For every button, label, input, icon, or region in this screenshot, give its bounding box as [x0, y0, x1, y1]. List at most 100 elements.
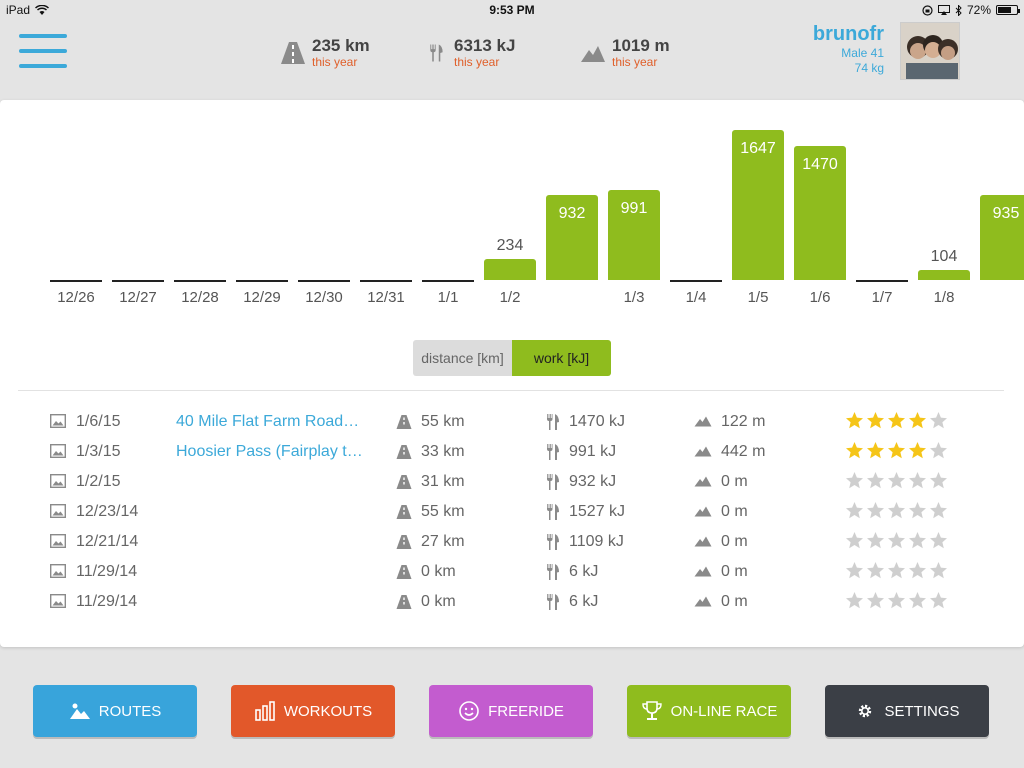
bar[interactable]	[918, 270, 970, 280]
star-icon[interactable]	[929, 561, 948, 580]
star-icon[interactable]	[929, 411, 948, 430]
mountain-icon	[694, 446, 712, 457]
star-icon[interactable]	[866, 471, 885, 490]
stat-work: 6313 kJ this year	[428, 36, 515, 68]
user-info[interactable]: brunofr Male 41 74 kg	[813, 22, 884, 76]
bar-group[interactable]: 1/4	[670, 100, 722, 320]
routes-button[interactable]: ROUTES	[33, 685, 197, 737]
bar-chart-icon	[255, 701, 275, 721]
star-icon[interactable]	[929, 591, 948, 610]
bar-group[interactable]: 991 1/3	[608, 100, 660, 320]
online-race-button[interactable]: ON-LINE RACE	[627, 685, 791, 737]
activity-distance: 31 km	[421, 473, 465, 490]
bar-group[interactable]: 12/27	[112, 100, 164, 320]
star-icon[interactable]	[845, 591, 864, 610]
star-icon[interactable]	[908, 411, 927, 430]
star-icon[interactable]	[908, 531, 927, 550]
bar-group[interactable]: 935	[980, 100, 1024, 320]
star-icon[interactable]	[929, 531, 948, 550]
activity-distance: 55 km	[421, 503, 465, 520]
bar-group[interactable]: 12/31	[360, 100, 412, 320]
activity-card: 12/26 12/27 12/28 12/29 12/30 12/31 1/1 234 1/2 9…	[0, 100, 1024, 647]
bar-group[interactable]: 12/26	[50, 100, 102, 320]
activity-name[interactable]: Hoosier Pass (Fairplay t…	[176, 443, 376, 461]
road-icon	[396, 595, 412, 609]
activity-date: 12/23/14	[76, 503, 139, 520]
avatar[interactable]	[900, 22, 960, 80]
freeride-button[interactable]: FREERIDE	[429, 685, 593, 737]
star-icon[interactable]	[887, 531, 906, 550]
star-icon[interactable]	[908, 591, 927, 610]
fork-knife-icon	[547, 474, 559, 490]
activity-row[interactable]: 12/21/14 27 km 1109 kJ 0 m	[0, 527, 1024, 557]
star-icon[interactable]	[887, 411, 906, 430]
star-icon[interactable]	[887, 501, 906, 520]
bar-group[interactable]: 104 1/8	[918, 100, 970, 320]
activity-date: 1/6/15	[76, 413, 121, 430]
bar-group[interactable]: 234 1/2	[484, 100, 536, 320]
star-icon[interactable]	[845, 561, 864, 580]
bar-group[interactable]: 1/1	[422, 100, 474, 320]
bar-value-label: 935	[992, 204, 1020, 222]
activity-row[interactable]: 1/6/15 40 Mile Flat Farm Road… 55 km 1470 k…	[0, 407, 1024, 437]
photo-icon	[50, 534, 66, 548]
user-name[interactable]: brunofr	[813, 22, 884, 46]
star-icon[interactable]	[929, 501, 948, 520]
bar-value-label: 104	[930, 248, 958, 265]
star-icon[interactable]	[908, 501, 927, 520]
star-icon[interactable]	[866, 411, 885, 430]
bar-value-label: 1647	[740, 140, 776, 157]
star-icon[interactable]	[887, 441, 906, 460]
star-icon[interactable]	[845, 501, 864, 520]
star-icon[interactable]	[845, 531, 864, 550]
settings-button[interactable]: SETTINGS	[825, 685, 989, 737]
star-icon[interactable]	[929, 471, 948, 490]
activity-row[interactable]: 12/23/14 55 km 1527 kJ 0 m	[0, 497, 1024, 527]
star-icon[interactable]	[929, 441, 948, 460]
bar-group[interactable]: 932	[546, 100, 598, 320]
bar-group[interactable]: 12/30	[298, 100, 350, 320]
activity-distance: 27 km	[421, 533, 465, 550]
star-icon[interactable]	[887, 591, 906, 610]
star-icon[interactable]	[908, 561, 927, 580]
photo-icon	[50, 444, 66, 458]
bar-group[interactable]: 12/29	[236, 100, 288, 320]
star-icon[interactable]	[866, 531, 885, 550]
menu-button[interactable]	[19, 34, 67, 72]
activity-row[interactable]: 1/3/15 Hoosier Pass (Fairplay t… 33 km 991 …	[0, 437, 1024, 467]
toggle-distance[interactable]: distance [km]	[413, 340, 512, 376]
workouts-button[interactable]: WORKOUTS	[231, 685, 395, 737]
star-icon[interactable]	[845, 441, 864, 460]
bar-date-label: 1/2	[499, 289, 521, 306]
star-icon[interactable]	[845, 471, 864, 490]
bar[interactable]	[484, 258, 536, 280]
star-icon[interactable]	[866, 561, 885, 580]
star-icon[interactable]	[887, 561, 906, 580]
activity-row[interactable]: 11/29/14 0 km 6 kJ 0 m	[0, 587, 1024, 617]
star-icon[interactable]	[908, 471, 927, 490]
fork-knife-icon	[547, 444, 559, 460]
star-icon[interactable]	[866, 501, 885, 520]
bar-group[interactable]: 1470 1/6	[794, 100, 846, 320]
star-icon[interactable]	[845, 411, 864, 430]
activity-name[interactable]: 40 Mile Flat Farm Road…	[176, 413, 376, 431]
star-icon[interactable]	[908, 441, 927, 460]
rating-stars	[845, 501, 948, 520]
work-bar-chart: 12/26 12/27 12/28 12/29 12/30 12/31 1/1 234 1/2 9…	[0, 100, 1024, 320]
stat-elevation: 1019 m this year	[580, 36, 670, 68]
activity-row[interactable]: 1/2/15 31 km 932 kJ 0 m	[0, 467, 1024, 497]
photo-icon	[50, 474, 66, 488]
bar-group[interactable]: 12/28	[174, 100, 226, 320]
activity-distance: 0 km	[421, 563, 456, 580]
star-icon[interactable]	[887, 471, 906, 490]
menu-line	[19, 64, 67, 68]
activity-row[interactable]: 11/29/14 0 km 6 kJ 0 m	[0, 557, 1024, 587]
star-icon[interactable]	[866, 591, 885, 610]
bar-group[interactable]: 1647 1/5	[732, 100, 784, 320]
photo-icon	[50, 564, 66, 578]
star-icon[interactable]	[866, 441, 885, 460]
toggle-work[interactable]: work [kJ]	[512, 340, 611, 376]
metric-toggle: distance [km] work [kJ]	[413, 340, 611, 376]
battery-icon	[996, 5, 1020, 15]
bar-group[interactable]: 1/7	[856, 100, 908, 320]
